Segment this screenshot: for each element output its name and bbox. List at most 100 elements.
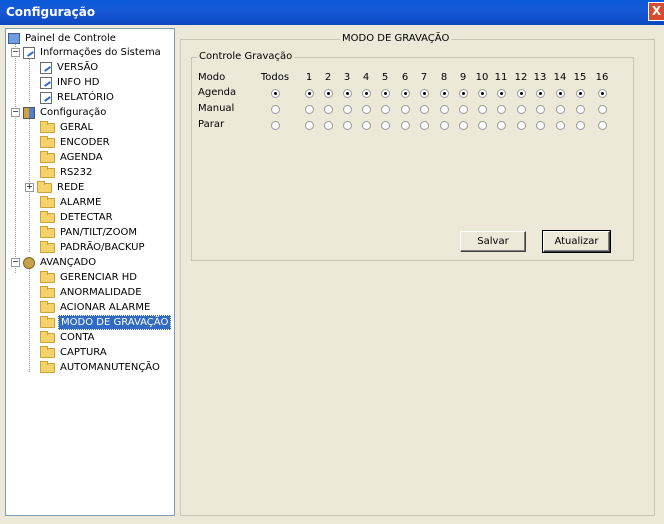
radio-channel-4-agenda[interactable]: [362, 89, 371, 98]
radio-channel-14-agenda[interactable]: [556, 89, 565, 98]
tree-item-agenda[interactable]: AGENDA: [40, 150, 105, 165]
collapse-icon[interactable]: −: [11, 258, 20, 267]
folder-icon: [40, 210, 55, 223]
radio-all-parar[interactable]: [271, 121, 280, 130]
tree-item-modo-gravacao[interactable]: MODO DE GRAVAÇÃO: [40, 315, 172, 330]
radio-channel-9-agenda[interactable]: [459, 89, 468, 98]
radio-channel-8-parar[interactable]: [440, 121, 449, 130]
radio-channel-10-manual[interactable]: [478, 105, 487, 114]
radio-channel-12-parar[interactable]: [517, 121, 526, 130]
tree-item-versao[interactable]: VERSÃO: [40, 60, 100, 75]
radio-channel-13-manual[interactable]: [536, 105, 545, 114]
radio-channel-11-manual[interactable]: [497, 105, 506, 114]
radio-channel-13-agenda[interactable]: [536, 89, 545, 98]
radio-channel-11-parar[interactable]: [497, 121, 506, 130]
radio-channel-4-manual[interactable]: [362, 105, 371, 114]
tree-item-automanutencao[interactable]: AUTOMANUTENÇÃO: [40, 360, 162, 375]
folder-icon: [40, 345, 55, 358]
radio-channel-13-parar[interactable]: [536, 121, 545, 130]
folder-icon: [40, 135, 55, 148]
info-icon: [23, 46, 35, 59]
radio-channel-8-agenda[interactable]: [440, 89, 449, 98]
tree-label: AVANÇADO: [40, 257, 97, 268]
radio-channel-3-agenda[interactable]: [343, 89, 352, 98]
radio-channel-10-agenda[interactable]: [478, 89, 487, 98]
tree-item-root[interactable]: Painel de Controle: [8, 31, 118, 46]
radio-channel-8-manual[interactable]: [440, 105, 449, 114]
collapse-icon[interactable]: −: [11, 108, 20, 117]
mode-row-label: Manual: [198, 103, 235, 114]
radio-channel-2-parar[interactable]: [324, 121, 333, 130]
radio-channel-9-manual[interactable]: [459, 105, 468, 114]
tree-item-acionar-alarme[interactable]: ACIONAR ALARME: [40, 300, 152, 315]
channel-header: 10: [475, 72, 489, 83]
radio-channel-12-manual[interactable]: [517, 105, 526, 114]
tree-item-encoder[interactable]: ENCODER: [40, 135, 112, 150]
radio-all-manual[interactable]: [271, 105, 280, 114]
gear-icon: [23, 256, 35, 269]
tree-item-geral[interactable]: GERAL: [40, 120, 95, 135]
radio-channel-6-manual[interactable]: [401, 105, 410, 114]
tree-item-anormalidade[interactable]: ANORMALIDADE: [40, 285, 144, 300]
radio-channel-1-manual[interactable]: [305, 105, 314, 114]
radio-channel-3-parar[interactable]: [343, 121, 352, 130]
radio-channel-7-parar[interactable]: [420, 121, 429, 130]
radio-channel-16-parar[interactable]: [598, 121, 607, 130]
radio-channel-16-agenda[interactable]: [598, 89, 607, 98]
radio-all-agenda[interactable]: [271, 89, 280, 98]
tree-label: DETECTAR: [60, 212, 113, 223]
radio-channel-2-agenda[interactable]: [324, 89, 333, 98]
tree-label: RS232: [60, 167, 93, 178]
window-title: Configuração: [6, 5, 96, 19]
tree-item-conta[interactable]: CONTA: [40, 330, 97, 345]
radio-channel-14-parar[interactable]: [556, 121, 565, 130]
radio-channel-5-parar[interactable]: [381, 121, 390, 130]
radio-channel-15-manual[interactable]: [576, 105, 585, 114]
radio-channel-9-parar[interactable]: [459, 121, 468, 130]
tree-item-configuracao[interactable]: − Configuração: [11, 105, 108, 120]
radio-channel-4-parar[interactable]: [362, 121, 371, 130]
tree-item-info-hd[interactable]: INFO HD: [40, 75, 101, 90]
radio-channel-16-manual[interactable]: [598, 105, 607, 114]
radio-channel-11-agenda[interactable]: [497, 89, 506, 98]
tree-item-padrao-backup[interactable]: PADRÃO/BACKUP: [40, 240, 147, 255]
radio-channel-10-parar[interactable]: [478, 121, 487, 130]
radio-channel-2-manual[interactable]: [324, 105, 333, 114]
tree-item-relatorio[interactable]: RELATÓRIO: [40, 90, 116, 105]
tree-item-rs232[interactable]: RS232: [40, 165, 94, 180]
save-button[interactable]: Salvar: [460, 231, 526, 252]
tree-item-info-sistema[interactable]: − Informações do Sistema: [11, 45, 163, 60]
channel-header: 14: [553, 72, 567, 83]
radio-channel-7-agenda[interactable]: [420, 89, 429, 98]
close-button[interactable]: X: [648, 2, 664, 21]
refresh-button[interactable]: Atualizar: [542, 230, 611, 253]
radio-channel-6-agenda[interactable]: [401, 89, 410, 98]
radio-channel-3-manual[interactable]: [343, 105, 352, 114]
radio-channel-1-agenda[interactable]: [305, 89, 314, 98]
expand-icon[interactable]: +: [25, 183, 34, 192]
radio-channel-7-manual[interactable]: [420, 105, 429, 114]
tree-item-gerenciar-hd[interactable]: GERENCIAR HD: [40, 270, 139, 285]
tree-item-alarme[interactable]: ALARME: [40, 195, 103, 210]
tree-label: GERAL: [60, 122, 94, 133]
tree-item-captura[interactable]: CAPTURA: [40, 345, 109, 360]
radio-channel-15-agenda[interactable]: [576, 89, 585, 98]
tree-item-avancado[interactable]: − AVANÇADO: [11, 255, 98, 270]
tree-item-pan-tilt-zoom[interactable]: PAN/TILT/ZOOM: [40, 225, 139, 240]
channel-header: 5: [381, 72, 389, 83]
radio-channel-5-manual[interactable]: [381, 105, 390, 114]
collapse-icon[interactable]: −: [11, 48, 20, 57]
radio-channel-12-agenda[interactable]: [517, 89, 526, 98]
folder-icon: [40, 330, 55, 343]
page-icon: [40, 76, 52, 89]
channel-header: 13: [533, 72, 547, 83]
radio-channel-6-parar[interactable]: [401, 121, 410, 130]
radio-channel-15-parar[interactable]: [576, 121, 585, 130]
radio-channel-5-agenda[interactable]: [381, 89, 390, 98]
tree-item-detectar[interactable]: DETECTAR: [40, 210, 115, 225]
radio-channel-14-manual[interactable]: [556, 105, 565, 114]
radio-channel-1-parar[interactable]: [305, 121, 314, 130]
folder-icon: [40, 240, 55, 253]
folder-icon: [40, 315, 55, 328]
tree-item-rede[interactable]: + REDE: [25, 180, 86, 195]
